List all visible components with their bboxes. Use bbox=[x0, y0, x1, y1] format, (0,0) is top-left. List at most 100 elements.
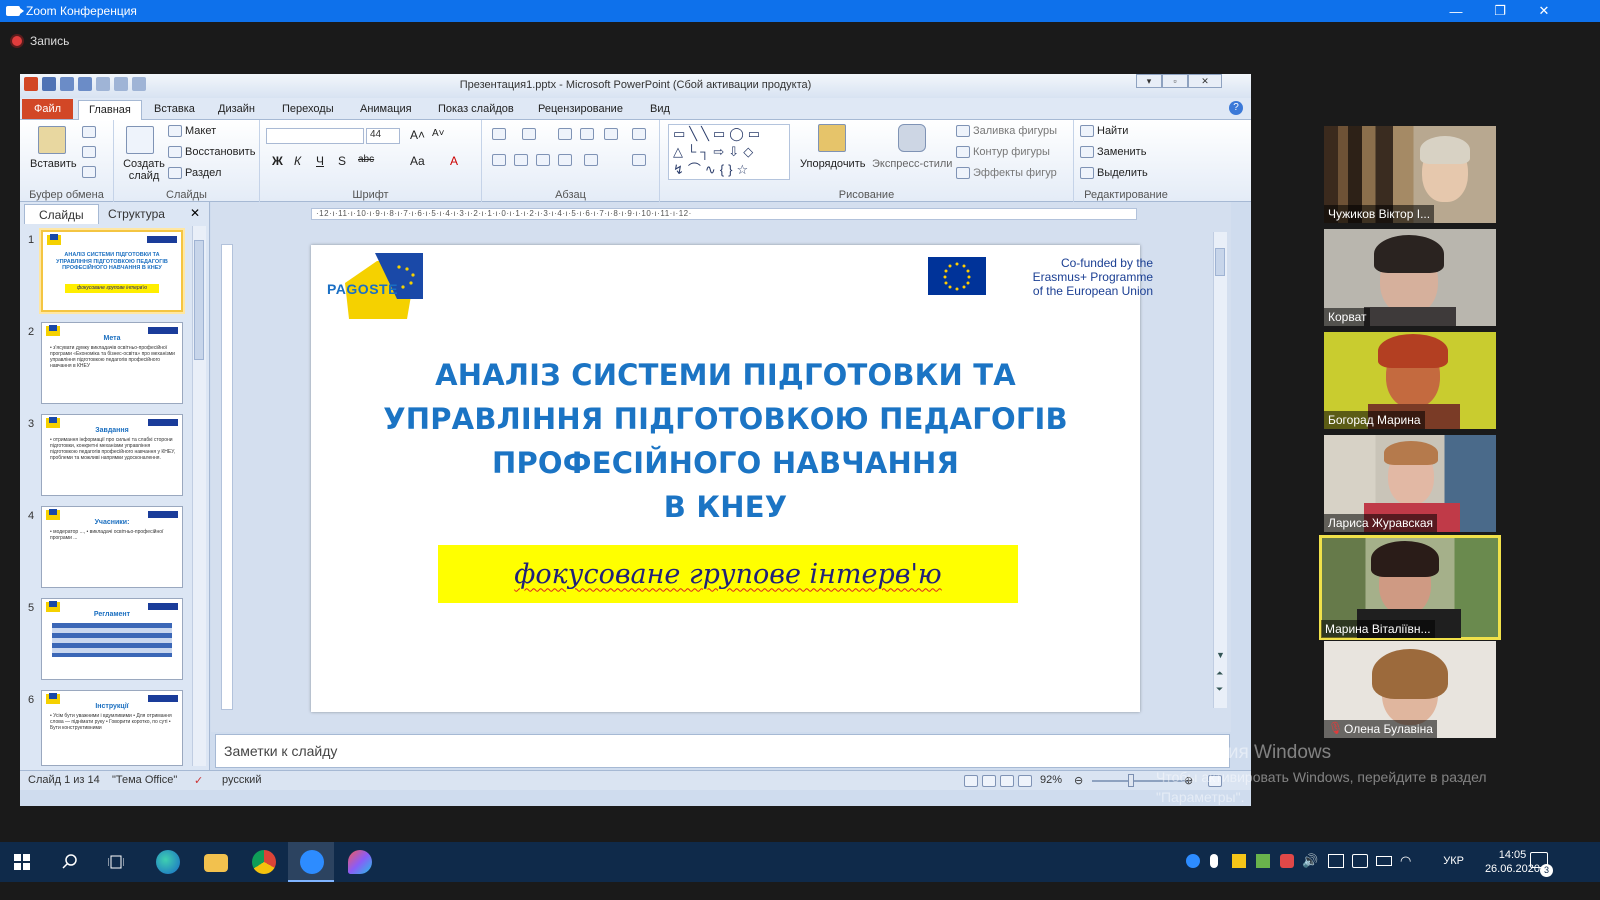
font-name-combo[interactable] bbox=[266, 128, 364, 144]
zoom-app-icon[interactable] bbox=[300, 850, 324, 874]
shadow-icon[interactable]: S bbox=[338, 154, 346, 168]
tab-insert[interactable]: Вставка bbox=[146, 101, 203, 117]
next-slide-icon[interactable]: ⏷ bbox=[1216, 684, 1223, 695]
participant-tile[interactable]: Лариса Журавская bbox=[1324, 435, 1496, 532]
section-button[interactable]: Раздел bbox=[168, 167, 221, 179]
columns-icon[interactable] bbox=[584, 154, 598, 166]
antivirus-tray-icon[interactable] bbox=[1280, 854, 1294, 868]
align-text-icon[interactable] bbox=[632, 154, 646, 166]
align-center-icon[interactable] bbox=[514, 154, 528, 166]
participant-tile[interactable]: Корват bbox=[1324, 229, 1496, 326]
chrome-icon[interactable] bbox=[252, 850, 276, 874]
normal-view-icon[interactable] bbox=[964, 775, 978, 787]
slide-title[interactable]: АНАЛІЗ СИСТЕМИ ПІДГОТОВКИ ТА УПРАВЛІННЯ … bbox=[351, 353, 1100, 529]
tab-design[interactable]: Дизайн bbox=[210, 101, 263, 117]
participant-tile[interactable]: Богорад Марина bbox=[1324, 332, 1496, 429]
tab-animations[interactable]: Анимация bbox=[352, 101, 420, 117]
ppt-minimize-button[interactable]: ▾ bbox=[1136, 74, 1162, 88]
ppt-close-button[interactable]: ✕ bbox=[1188, 74, 1222, 88]
slide-thumbnail-5[interactable]: Регламент bbox=[41, 598, 183, 680]
font-color-icon[interactable]: A bbox=[450, 154, 458, 168]
language-indicator[interactable]: русский bbox=[222, 774, 261, 786]
minimize-button[interactable]: — bbox=[1434, 0, 1478, 22]
grow-font-icon[interactable]: A˄ bbox=[410, 128, 425, 142]
tab-transitions[interactable]: Переходы bbox=[274, 101, 342, 117]
copy-icon[interactable] bbox=[82, 146, 96, 158]
cut-icon[interactable] bbox=[82, 126, 96, 138]
scroll-thumb[interactable] bbox=[1215, 248, 1225, 276]
zoom-level[interactable]: 92% bbox=[1040, 774, 1062, 786]
underline-icon[interactable]: Ч bbox=[316, 154, 324, 168]
microphone-tray-icon[interactable] bbox=[1210, 854, 1218, 868]
tab-file[interactable]: Файл bbox=[22, 99, 74, 119]
task-view-icon[interactable] bbox=[108, 854, 124, 870]
scroll-down-icon[interactable]: ▼ bbox=[1216, 650, 1225, 660]
wifi-icon[interactable]: ◠ bbox=[1400, 853, 1411, 869]
shape-outline-button[interactable]: Контур фигуры bbox=[956, 146, 1050, 158]
line-spacing-icon[interactable] bbox=[604, 128, 618, 140]
notes-pane[interactable]: Заметки к слайду bbox=[215, 734, 1230, 768]
text-direction-icon[interactable] bbox=[632, 128, 646, 140]
participant-tile-active-speaker[interactable]: Марина Віталіївн... bbox=[1319, 535, 1501, 640]
strikethrough-icon[interactable]: abc bbox=[358, 154, 374, 165]
slide-thumbnail-2[interactable]: Мета • з'ясувати думку викладачів освітн… bbox=[41, 322, 183, 404]
edge-icon[interactable] bbox=[156, 850, 180, 874]
close-button[interactable]: ✕ bbox=[1522, 0, 1566, 22]
slide-thumbnail-4[interactable]: Учасники: • модератор ..., • викладачі о… bbox=[41, 506, 183, 588]
tray-app-icon[interactable] bbox=[1232, 854, 1246, 868]
network-icon[interactable] bbox=[1328, 854, 1344, 868]
scroll-thumb[interactable] bbox=[194, 240, 204, 360]
file-explorer-icon[interactable] bbox=[204, 854, 228, 872]
slide-scrollbar[interactable]: ▼ ⏶ ⏷ bbox=[1213, 232, 1227, 708]
format-painter-icon[interactable] bbox=[82, 166, 96, 178]
tab-slideshow[interactable]: Показ слайдов bbox=[430, 101, 522, 117]
tab-outline[interactable]: Структура bbox=[94, 204, 179, 224]
keyboard-language[interactable]: УКР bbox=[1443, 855, 1464, 867]
slide-thumbnail-1[interactable]: АНАЛІЗ СИСТЕМИ ПІДГОТОВКИ ТА УПРАВЛІННЯ … bbox=[41, 230, 183, 312]
search-icon[interactable] bbox=[62, 854, 78, 870]
slideshow-view-icon[interactable] bbox=[1018, 775, 1032, 787]
spellcheck-icon[interactable]: ✓ bbox=[194, 774, 203, 787]
slide-thumbnail-6[interactable]: Інструкції • Усім бути уважними і вдумли… bbox=[41, 690, 183, 766]
zoom-slider-handle[interactable] bbox=[1128, 774, 1134, 787]
font-size-combo[interactable]: 44 bbox=[366, 128, 400, 144]
change-case-icon[interactable]: Aa bbox=[410, 154, 425, 168]
align-right-icon[interactable] bbox=[536, 154, 550, 166]
tab-view[interactable]: Вид bbox=[642, 101, 678, 117]
decrease-indent-icon[interactable] bbox=[558, 128, 572, 140]
windows-start-icon[interactable] bbox=[14, 854, 30, 870]
slide-sorter-icon[interactable] bbox=[982, 775, 996, 787]
maximize-button[interactable]: ❐ bbox=[1478, 0, 1522, 22]
select-button[interactable]: Выделить bbox=[1080, 167, 1148, 179]
layout-button[interactable]: Макет bbox=[168, 125, 216, 137]
tray-icon[interactable] bbox=[1352, 854, 1368, 868]
replace-button[interactable]: Заменить bbox=[1080, 146, 1146, 158]
zoom-tray-icon[interactable] bbox=[1186, 854, 1200, 868]
slide-thumbnail-3[interactable]: Завдання • отримання інформації про силь… bbox=[41, 414, 183, 496]
subtitle-box[interactable]: фокусоване групове інтерв'ю bbox=[438, 545, 1018, 603]
participant-tile[interactable]: Олена Булавіна 🎙 bbox=[1324, 641, 1496, 738]
shrink-font-icon[interactable]: A˅ bbox=[432, 128, 445, 139]
shape-effects-button[interactable]: Эффекты фигур bbox=[956, 167, 1057, 179]
ppt-restore-button[interactable]: ▫ bbox=[1162, 74, 1188, 88]
tray-app-icon[interactable] bbox=[1256, 854, 1270, 868]
increase-indent-icon[interactable] bbox=[580, 128, 594, 140]
thumbnails-scrollbar[interactable] bbox=[192, 226, 206, 766]
bullets-icon[interactable] bbox=[492, 128, 506, 140]
recording-indicator[interactable]: Запись bbox=[12, 34, 69, 48]
new-slide-button[interactable]: Создать слайд bbox=[122, 158, 166, 182]
justify-icon[interactable] bbox=[558, 154, 572, 166]
volume-icon[interactable]: 🔊 bbox=[1302, 853, 1318, 869]
current-slide[interactable]: PAGOSTE Co-funded by the Erasmus+ Progra… bbox=[311, 245, 1153, 712]
numbering-icon[interactable] bbox=[522, 128, 536, 140]
previous-slide-icon[interactable]: ⏶ bbox=[1216, 668, 1223, 679]
bold-icon[interactable]: Ж bbox=[272, 154, 283, 168]
tab-review[interactable]: Рецензирование bbox=[530, 101, 631, 117]
quick-styles-button[interactable]: Экспресс-стили bbox=[872, 158, 952, 170]
reading-view-icon[interactable] bbox=[1000, 775, 1014, 787]
close-panel-icon[interactable]: ✕ bbox=[190, 206, 200, 220]
arrange-button[interactable]: Упорядочить bbox=[800, 158, 865, 170]
align-left-icon[interactable] bbox=[492, 154, 506, 166]
tab-home[interactable]: Главная bbox=[78, 100, 142, 120]
paste-button[interactable]: Вставить bbox=[30, 158, 77, 170]
